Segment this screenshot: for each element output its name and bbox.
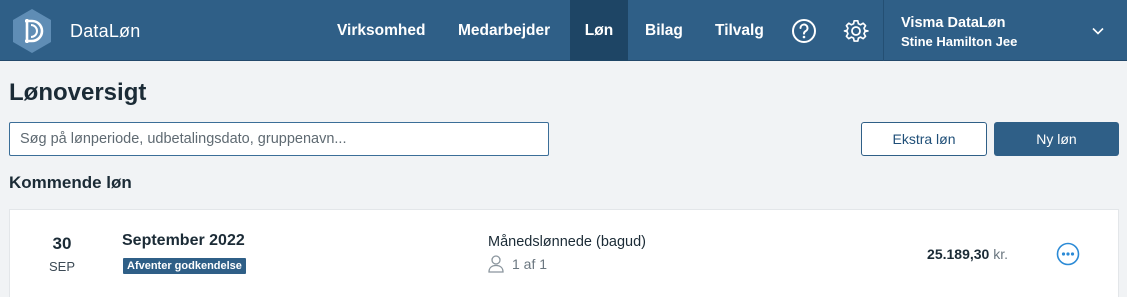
payroll-period: September 2022 [122,232,245,249]
nav-label: Løn [584,21,614,39]
nav-label: Medarbejder [458,21,551,39]
nav-bilag[interactable]: Bilag [645,0,683,61]
status-badge: Afventer godkendelse [123,258,246,274]
nav-tilvalg[interactable]: Tilvalg [715,0,764,61]
page-title: Lønoversigt [9,79,147,106]
payroll-amount: 25.189,30 kr. [890,246,1008,262]
nav-label: Virksomhed [337,21,426,39]
new-salary-button[interactable]: Ny løn [994,122,1119,156]
nav-lon[interactable]: Løn [570,0,628,61]
section-title: Kommende løn [9,173,132,192]
pay-month: SEP [48,259,75,274]
dataløn-logo-icon [13,9,51,53]
employee-count: 1 af 1 [512,256,548,272]
person-icon [488,255,504,273]
nav-label: Bilag [645,21,683,39]
nav-medarbejder[interactable]: Medarbejder [458,0,550,61]
chevron-down-icon [1092,27,1104,35]
top-navigation-bar: DataLøn Virksomhed Medarbejder Løn Bilag… [0,0,1127,61]
amount-currency: kr. [993,246,1008,262]
search-input[interactable] [9,122,549,156]
gear-icon[interactable] [843,18,869,44]
account-company: Visma DataLøn [901,15,1006,31]
amount-value: 25.189,30 [927,246,990,262]
extra-salary-button[interactable]: Ekstra løn [861,122,987,156]
help-circle-icon[interactable] [791,18,817,44]
app-name: DataLøn [70,20,141,41]
payroll-run-card[interactable]: 30 SEP September 2022 Afventer godkendel… [9,209,1119,297]
brand[interactable]: DataLøn [12,8,140,54]
nav-virksomhed[interactable]: Virksomhed [337,0,425,61]
pay-day: 30 [52,234,72,253]
account-menu[interactable]: Visma DataLøn Stine Hamilton Jee [883,0,1127,61]
nav-label: Tilvalg [715,21,764,39]
account-user-name: Stine Hamilton Jee [901,34,1018,49]
more-options-icon[interactable] [1056,242,1080,266]
payroll-group: Månedslønnede (bagud) [488,234,646,250]
